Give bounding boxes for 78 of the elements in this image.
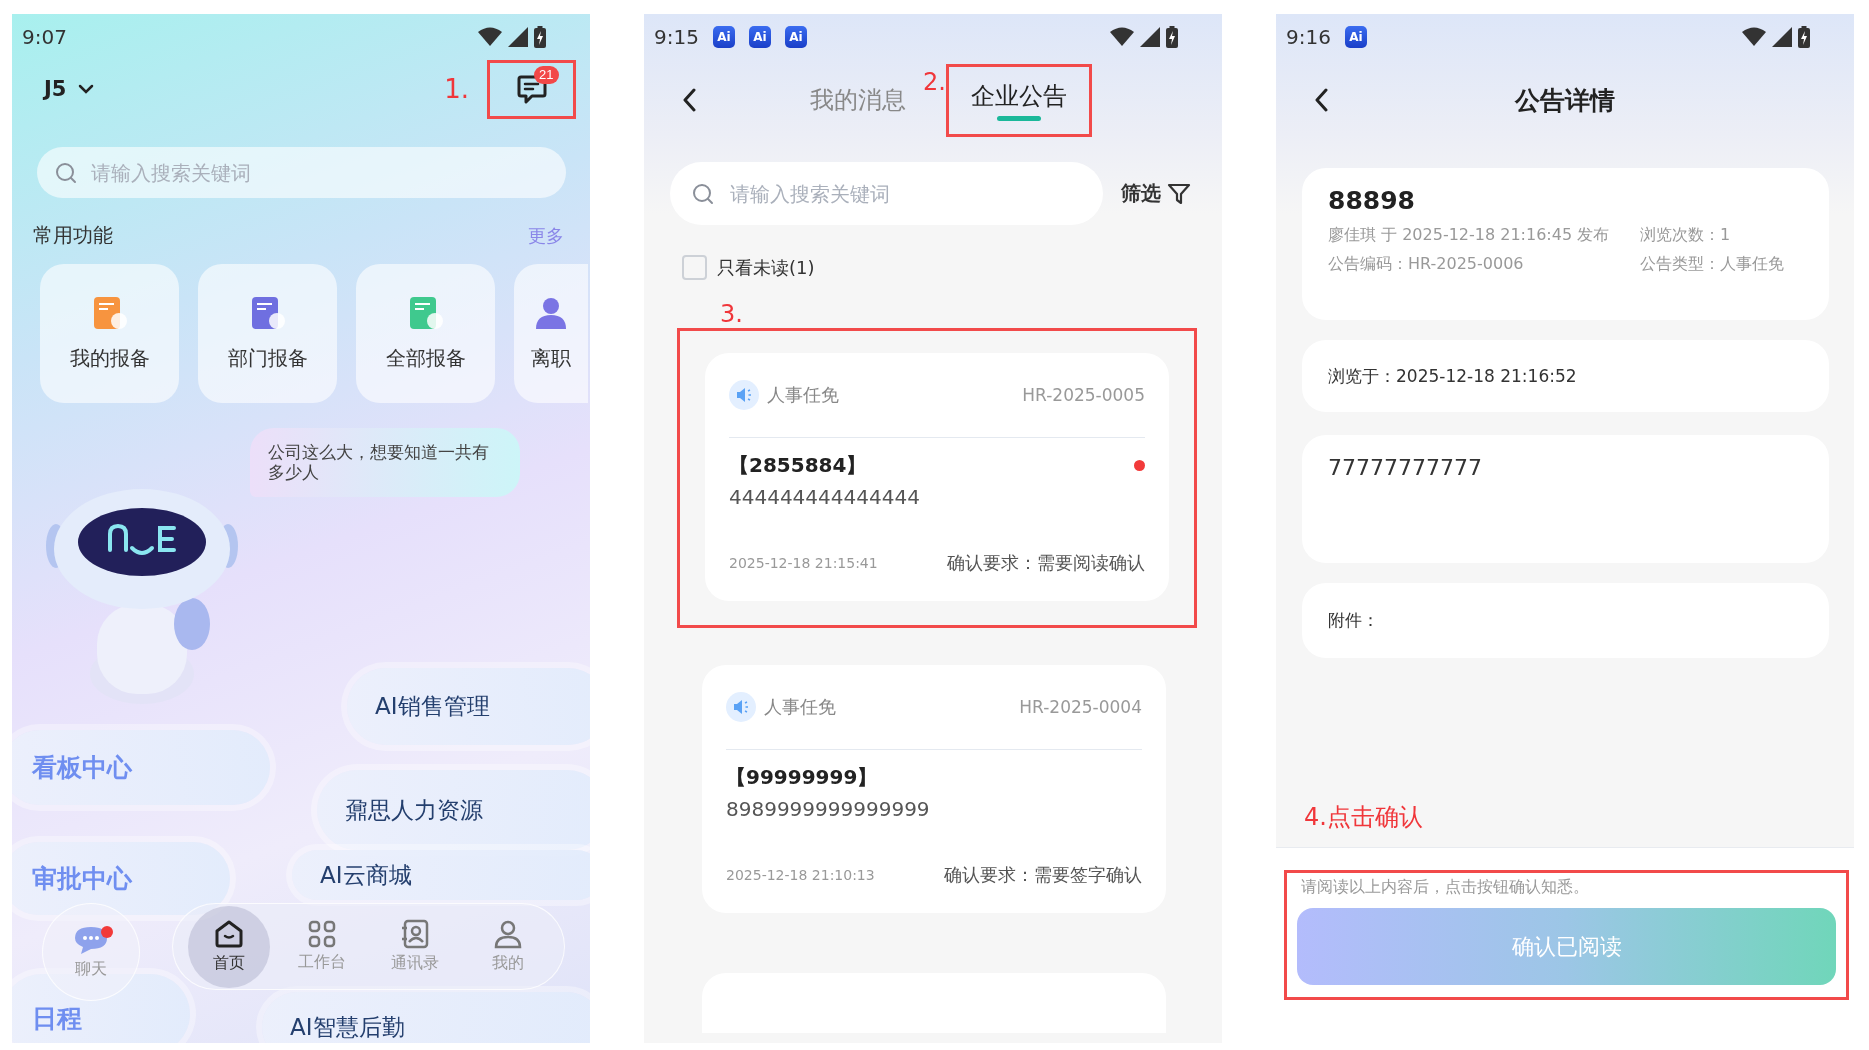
- status-time: 9:16: [1286, 25, 1331, 49]
- status-time: 9:15: [654, 25, 699, 49]
- announcement-title: 88898: [1328, 186, 1416, 215]
- app-icon: Ai: [784, 26, 807, 48]
- announcement-body: 444444444444444: [729, 485, 921, 509]
- step-annotation: 3.: [720, 300, 744, 328]
- unread-only-checkbox[interactable]: 只看未读(1): [682, 255, 1222, 280]
- wifi-icon: [478, 27, 502, 47]
- step-annotation: 1.: [444, 74, 469, 104]
- app-icon: Ai: [748, 26, 771, 48]
- announcement-time: 2025-12-18 21:10:13: [726, 867, 875, 883]
- viewed-time: 浏览于：2025-12-18 21:16:52: [1328, 364, 1577, 388]
- assistant-speech-bubble: 公司这么大，想要知道一共有多少人: [250, 428, 520, 497]
- announcement-type: 公告类型：人事任免: [1640, 254, 1785, 275]
- publish-info: 廖佳琪 于 2025-12-18 21:16:45 发布: [1328, 225, 1611, 246]
- org-selector[interactable]: J5: [44, 77, 67, 101]
- section-title: 常用功能: [33, 222, 113, 249]
- tab[interactable]: 企业公告: [970, 79, 1067, 121]
- filter-button[interactable]: 筛选: [1121, 180, 1191, 207]
- step-annotation: 4.点击确认: [1304, 802, 1424, 833]
- announcement-title: 【99999999】: [726, 764, 878, 791]
- battery-icon: [1798, 26, 1810, 48]
- wifi-icon: [1110, 27, 1134, 47]
- grid-icon: [308, 920, 337, 948]
- category-label: 人事任免: [767, 383, 839, 407]
- function-tile[interactable]: 部门报备: [198, 264, 337, 403]
- shortcut-pill[interactable]: AI销售管理: [347, 668, 590, 745]
- unread-badge: 21: [534, 66, 559, 84]
- app-icon: Ai: [1344, 26, 1367, 48]
- shortcut-pill[interactable]: AI云商城: [292, 850, 590, 900]
- contacts-icon: [400, 919, 429, 949]
- announcement-code: HR-2025-0004: [1019, 697, 1142, 717]
- confirm-requirement: 确认要求：需要签字确认: [944, 863, 1142, 887]
- announcement-code: HR-2025-0005: [1022, 385, 1145, 405]
- chat-bubble-icon: [73, 924, 109, 955]
- category-label: 人事任免: [764, 695, 836, 719]
- speaker-icon: [726, 692, 756, 722]
- person-icon: [493, 919, 522, 949]
- function-tile[interactable]: 我的报备: [40, 264, 179, 403]
- announcement-time: 2025-12-18 21:15:41: [729, 555, 878, 571]
- search-field[interactable]: 请输入搜索关键词: [670, 162, 1103, 225]
- step-annotation: 2.: [923, 68, 946, 96]
- attachments-label: 附件：: [1328, 609, 1379, 632]
- announcement-title: 【2855884】: [729, 452, 867, 479]
- status-time: 9:07: [22, 25, 67, 49]
- announcement-card[interactable]: 人事任免 HR-2025-0005 【2855884】 444444444444444 2025-12-18 21:15:41 确认要求：需要阅读确认: [705, 353, 1169, 601]
- confirm-hint: 请阅读以上内容后，点击按钮确认知悉。: [1300, 876, 1590, 898]
- search-field[interactable]: 请输入搜索关键词: [37, 147, 566, 198]
- home-icon: [214, 919, 245, 949]
- function-tile[interactable]: 全部报备: [356, 264, 495, 403]
- view-count: 浏览次数：1: [1640, 225, 1732, 246]
- search-icon: [692, 182, 714, 205]
- announcement-code: 公告编码：HR-2025-0006: [1328, 254, 1525, 275]
- function-tile[interactable]: 离职: [514, 264, 588, 403]
- page-title: 公告详情: [1515, 84, 1615, 117]
- search-input[interactable]: 请输入搜索关键词: [728, 180, 1081, 207]
- caret-icon[interactable]: [78, 84, 95, 94]
- signal-icon: [508, 27, 528, 47]
- nav-tab[interactable]: 首页: [188, 905, 271, 988]
- filter-icon: [1167, 181, 1191, 206]
- announcement-content: 77777777777: [1328, 455, 1482, 480]
- signal-icon: [1140, 27, 1160, 47]
- back-icon[interactable]: [682, 88, 696, 112]
- search-input[interactable]: 请输入搜索关键词: [89, 159, 548, 186]
- announcement-card[interactable]: 人事任免 HR-2025-0004 【99999999】 8989999999999999 2025-12-18 21:10:13 确认要求：需要签字确认: [702, 665, 1166, 913]
- announcement-body: 8989999999999999: [726, 797, 931, 821]
- battery-icon: [1166, 26, 1178, 48]
- search-icon: [55, 161, 77, 184]
- app-icon: Ai: [712, 26, 735, 48]
- shortcut-pill[interactable]: AI智慧后勤: [262, 992, 590, 1043]
- confirm-requirement: 确认要求：需要阅读确认: [947, 551, 1145, 575]
- battery-icon: [534, 26, 546, 48]
- wifi-icon: [1742, 27, 1766, 47]
- back-icon[interactable]: [1314, 88, 1328, 112]
- shortcut-pill[interactable]: 鼐思人力资源: [317, 770, 590, 850]
- speaker-icon: [729, 380, 759, 410]
- messages-button[interactable]: 21: [502, 64, 561, 114]
- signal-icon: [1772, 27, 1792, 47]
